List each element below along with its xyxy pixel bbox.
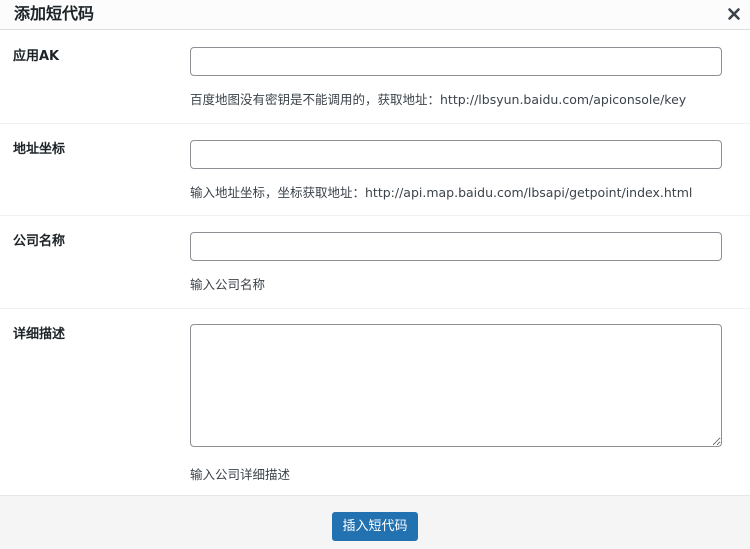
app-ak-label: 应用AK: [13, 49, 60, 64]
app-ak-input[interactable]: [190, 47, 722, 76]
coordinates-description: 输入地址坐标，坐标获取地址：http://api.map.baidu.com/l…: [190, 185, 693, 200]
insert-shortcode-button[interactable]: 插入短代码: [332, 512, 418, 541]
company-name-label: 公司名称: [13, 234, 66, 249]
coordinates-input[interactable]: [190, 140, 722, 169]
company-name-description: 输入公司名称: [190, 277, 266, 292]
field-row-company-name: 公司名称 输入公司名称: [0, 216, 750, 309]
dialog-titlebar: 添加短代码: [0, 0, 750, 30]
details-description: 输入公司详细描述: [190, 467, 291, 482]
close-icon[interactable]: [724, 4, 744, 24]
dialog-footer: 插入短代码: [0, 495, 750, 549]
company-name-input[interactable]: [190, 232, 722, 261]
field-row-details: 详细描述 输入公司详细描述: [0, 309, 750, 495]
app-ak-description: 百度地图没有密钥是不能调用的，获取地址：http://lbsyun.baidu.…: [190, 92, 687, 107]
shortcode-dialog: 添加短代码 应用AK 百度地图没有密钥是不能调用的，获取地址：http://lb…: [0, 0, 750, 549]
field-row-app-ak: 应用AK 百度地图没有密钥是不能调用的，获取地址：http://lbsyun.b…: [0, 31, 750, 124]
details-textarea[interactable]: [190, 324, 722, 447]
field-row-coordinates: 地址坐标 输入地址坐标，坐标获取地址：http://api.map.baidu.…: [0, 124, 750, 216]
dialog-title: 添加短代码: [14, 4, 95, 23]
coordinates-label: 地址坐标: [13, 142, 66, 157]
details-label: 详细描述: [13, 327, 66, 342]
